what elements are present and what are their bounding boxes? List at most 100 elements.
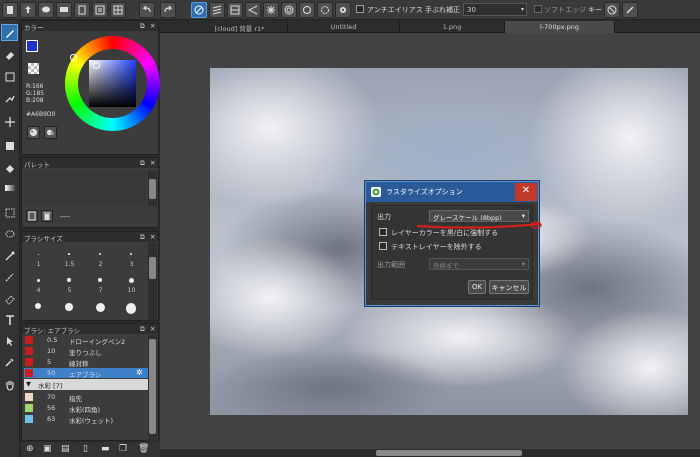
snap-circle-icon[interactable] <box>281 2 297 18</box>
fill-bucket-icon[interactable] <box>1 160 18 177</box>
new-folder-icon[interactable]: ▬ <box>101 444 110 454</box>
brush-size-dot[interactable] <box>125 303 137 314</box>
snap-radial-icon[interactable] <box>263 2 279 18</box>
tab-untitled[interactable]: Untitled <box>288 21 400 33</box>
brush-size-dot[interactable] <box>65 303 73 311</box>
hue-wheel[interactable] <box>65 36 160 131</box>
add-brush-icon[interactable]: ⊕ <box>26 444 34 454</box>
new-icon[interactable] <box>2 2 18 18</box>
canvas-h-scroll-thumb[interactable] <box>376 450 522 456</box>
grid-icon[interactable] <box>110 2 126 18</box>
select-pen-icon[interactable] <box>1 268 18 285</box>
pen-icon[interactable] <box>622 2 638 18</box>
wand-select-icon[interactable] <box>1 247 18 264</box>
tab-1-png[interactable]: 1.png <box>400 21 505 33</box>
panel-undock-icon[interactable]: ⧉ <box>140 159 145 168</box>
gradient-icon[interactable] <box>1 179 18 196</box>
lasso-select-icon[interactable] <box>1 226 18 243</box>
text-icon[interactable] <box>1 311 18 328</box>
lasso-icon[interactable] <box>1 68 18 85</box>
antialias-checkbox[interactable] <box>356 5 364 13</box>
hue-handle[interactable] <box>70 54 77 61</box>
tab-l-700px-png[interactable]: l-700px.png <box>505 21 615 33</box>
brush-size-cell[interactable]: 1.5 <box>55 247 84 271</box>
snap-vanish-icon[interactable] <box>245 2 261 18</box>
select-rect-icon[interactable] <box>1 137 18 154</box>
stabilizer-select[interactable]: 30 ▾ <box>463 3 527 16</box>
brush-size-cell[interactable]: 7 <box>86 273 115 297</box>
new-swatch-icon[interactable] <box>26 210 38 222</box>
redo-icon[interactable] <box>160 2 176 18</box>
collapse-triangle-icon[interactable]: ▼ <box>26 380 31 388</box>
exclude-text-checkbox[interactable] <box>379 242 387 250</box>
magic-wand-icon[interactable] <box>1 90 18 107</box>
brush-size-cell[interactable]: 10 <box>117 273 146 297</box>
panel-undock-icon[interactable]: ⧉ <box>140 233 145 242</box>
palette-icon[interactable] <box>27 126 40 139</box>
brush-list-scrollbar[interactable] <box>148 335 157 441</box>
brush-size-cell[interactable]: 4 <box>24 273 53 297</box>
brush-size-cell[interactable]: 2 <box>86 247 115 271</box>
brush-settings-icon[interactable]: ▤ <box>61 444 70 454</box>
brush-size-scrollbar[interactable] <box>148 243 157 320</box>
dialog-title-bar[interactable]: ラスタライズオプション ✕ <box>366 182 538 202</box>
list-icon[interactable] <box>92 2 108 18</box>
brush-size-dot[interactable] <box>35 303 41 309</box>
comment-icon[interactable] <box>38 2 54 18</box>
brush-group-header[interactable]: ▼ 水彩 [7] <box>24 379 148 390</box>
soft-edge-checkbox[interactable] <box>534 5 542 13</box>
new-brush-icon[interactable]: ▯ <box>83 444 88 454</box>
brush-list-item[interactable]: 5 線対称 <box>24 357 148 368</box>
palette-scrollbar[interactable] <box>148 171 157 206</box>
snap-off-icon[interactable] <box>191 2 207 18</box>
canvas-h-scrollbar[interactable] <box>160 449 700 457</box>
palette-swatch-area[interactable] <box>24 171 146 206</box>
close-icon[interactable]: ✕ <box>150 325 155 333</box>
brush-list-item[interactable]: 50 エアブラシ ✲ <box>24 368 148 379</box>
panel-undock-icon[interactable]: ⧉ <box>140 22 145 31</box>
snap-gear-icon[interactable] <box>335 2 351 18</box>
brush-list-item[interactable]: 56 水彩(四角) <box>24 403 148 414</box>
brush-size-dot[interactable] <box>95 303 105 312</box>
copy-brush-icon[interactable]: ❐ <box>119 444 127 454</box>
move-icon[interactable] <box>1 113 18 130</box>
page-icon[interactable] <box>74 2 90 18</box>
close-icon[interactable]: ✕ <box>150 159 155 167</box>
color-history-icon[interactable] <box>44 126 57 139</box>
no-entry-icon[interactable] <box>604 2 620 18</box>
foreground-color-swatch[interactable] <box>26 40 38 52</box>
brush-icon[interactable] <box>1 24 18 41</box>
operation-icon[interactable] <box>1 332 18 349</box>
eyedropper-icon[interactable] <box>1 353 18 370</box>
snap-parallel-icon[interactable] <box>209 2 225 18</box>
folder-icon[interactable]: ▣ <box>43 444 52 454</box>
force-black-white-checkbox[interactable] <box>379 228 387 236</box>
delete-swatch-icon[interactable] <box>41 210 53 222</box>
delete-brush-icon[interactable]: 🗑 <box>138 444 149 454</box>
brush-size-cell[interactable]: 5 <box>55 273 84 297</box>
brush-list-item[interactable]: 10 塗りつぶし <box>24 346 148 357</box>
select-dotted-icon[interactable] <box>1 204 18 221</box>
output-range-select[interactable]: 外枠まで ▾ <box>429 258 529 270</box>
close-icon[interactable]: ✕ <box>150 22 155 30</box>
snap-cross-icon[interactable] <box>227 2 243 18</box>
gear-icon[interactable]: ✲ <box>136 368 143 377</box>
brush-size-cell[interactable]: 3 <box>117 247 146 271</box>
close-icon[interactable]: ✕ <box>515 183 537 201</box>
undo-icon[interactable] <box>139 2 155 18</box>
brush-list-item[interactable]: 63 水彩(ウェット) <box>24 414 148 425</box>
snap-curve-icon[interactable] <box>299 2 315 18</box>
brush-list-item[interactable]: 70 指先 <box>24 392 148 403</box>
chat-icon[interactable] <box>56 2 72 18</box>
cancel-button[interactable]: キャンセル <box>489 280 529 294</box>
ok-button[interactable]: OK <box>468 280 486 294</box>
brush-list-item[interactable]: 0.5 ドローイングペン2 <box>24 335 148 346</box>
eraser-icon[interactable] <box>1 46 18 63</box>
color-picker-handle[interactable] <box>93 62 100 69</box>
hand-icon[interactable] <box>1 376 18 393</box>
panel-undock-icon[interactable]: ⧉ <box>140 325 145 334</box>
close-icon[interactable]: ✕ <box>150 233 155 241</box>
snap-settings-icon[interactable] <box>317 2 333 18</box>
export-icon[interactable] <box>20 2 36 18</box>
brush-size-cell[interactable]: 1 <box>24 247 53 271</box>
